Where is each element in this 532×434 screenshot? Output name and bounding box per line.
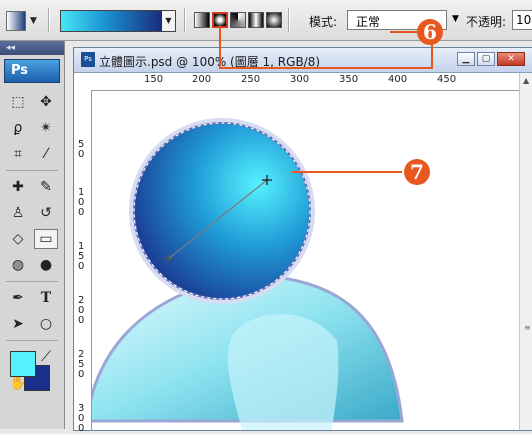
- eraser-tool-icon[interactable]: ◇: [6, 229, 30, 249]
- linear-gradient-button[interactable]: [194, 12, 210, 28]
- ruler-label: 250: [78, 349, 85, 380]
- diamond-gradient-button[interactable]: [266, 12, 282, 28]
- callout-7-badge: 7: [404, 159, 430, 185]
- gradient-tool-icon[interactable]: ▭: [34, 229, 58, 249]
- vertical-ruler[interactable]: 50 100 150 200 250 300: [74, 90, 92, 434]
- marquee-tool-icon[interactable]: ⬚: [6, 92, 30, 112]
- move-tool-icon[interactable]: ✥: [34, 92, 58, 112]
- body-highlight: [227, 314, 339, 430]
- divider: [48, 8, 50, 32]
- ruler-label: 400: [388, 74, 408, 85]
- mode-label: 模式:: [309, 15, 338, 29]
- ruler-label: 350: [339, 74, 359, 85]
- minimize-button[interactable]: ▁: [457, 52, 475, 66]
- scroll-up-icon[interactable]: ▲: [523, 76, 529, 85]
- blur-tool-icon[interactable]: ◍: [6, 255, 30, 275]
- opacity-label: 不透明:: [466, 15, 507, 29]
- divider: [288, 8, 290, 32]
- gradient-picker-dropdown-icon[interactable]: ▼: [162, 10, 176, 32]
- maximize-button[interactable]: ▢: [477, 52, 495, 66]
- shape-tool-icon[interactable]: ○: [34, 314, 58, 334]
- ruler-origin[interactable]: [74, 73, 92, 91]
- angle-gradient-button[interactable]: [230, 12, 246, 28]
- ruler-label: 200: [78, 295, 85, 326]
- horizontal-ruler[interactable]: 150 200 250 300 350 400 450: [91, 73, 519, 91]
- crop-tool-icon[interactable]: ⌗: [6, 144, 30, 164]
- lasso-tool-icon[interactable]: ϼ: [6, 118, 30, 138]
- vertical-scrollbar[interactable]: ▲ ≡: [519, 73, 532, 430]
- type-tool-icon[interactable]: T: [34, 288, 58, 308]
- foreground-color-swatch[interactable]: [10, 351, 36, 377]
- mode-dropdown-icon[interactable]: ▼: [452, 14, 459, 24]
- ruler-label: 50: [78, 139, 85, 160]
- dodge-tool-icon[interactable]: ●: [34, 255, 58, 275]
- ruler-label: 300: [290, 74, 310, 85]
- image-canvas[interactable]: [92, 91, 519, 430]
- ruler-label: 200: [192, 74, 212, 85]
- close-button[interactable]: ✕: [497, 52, 525, 66]
- magic-wand-tool-icon[interactable]: ✴: [34, 118, 58, 138]
- canvas-artwork: [92, 118, 404, 430]
- mode-value: 正常: [356, 15, 381, 29]
- brush-tool-icon[interactable]: ✎: [34, 177, 58, 197]
- ruler-label: 450: [437, 74, 457, 85]
- document-titlebar[interactable]: Ps 立體圖示.psd @ 100% (圖層 1, RGB/8) ▁ ▢ ✕: [74, 48, 532, 73]
- document-window: Ps 立體圖示.psd @ 100% (圖層 1, RGB/8) ▁ ▢ ✕ 1…: [73, 47, 532, 434]
- path-selection-tool-icon[interactable]: ➤: [6, 314, 30, 334]
- ruler-label: 250: [241, 74, 261, 85]
- divider: [6, 340, 58, 341]
- photoshop-logo: Ps: [4, 59, 60, 83]
- document-title: 立體圖示.psd @ 100% (圖層 1, RGB/8): [99, 55, 321, 69]
- divider: [6, 170, 58, 171]
- sphere-head: [133, 122, 311, 300]
- clone-stamp-tool-icon[interactable]: ♙: [6, 203, 30, 223]
- reflected-gradient-button[interactable]: [248, 12, 264, 28]
- ruler-label: 150: [144, 74, 164, 85]
- healing-brush-tool-icon[interactable]: ✚: [6, 177, 30, 197]
- slice-tool-icon[interactable]: ⁄: [34, 144, 58, 164]
- divider: [6, 281, 58, 282]
- callout-6-badge: 6: [417, 19, 443, 45]
- tool-preset-dropdown-icon[interactable]: ▼: [30, 16, 37, 26]
- toolbox-collapse-bar[interactable]: ◂◂: [0, 41, 64, 55]
- options-bar: ▼ ▼ 模式: 正常 ▼ 不透明: 10: [0, 0, 532, 41]
- pen-tool-icon[interactable]: ✒: [6, 288, 30, 308]
- ruler-label: 100: [78, 187, 85, 218]
- history-brush-tool-icon[interactable]: ↺: [34, 203, 58, 223]
- eyedropper-tool-icon[interactable]: ⟋: [34, 347, 58, 367]
- gradient-picker[interactable]: [60, 10, 164, 32]
- opacity-input[interactable]: 10: [512, 10, 532, 30]
- divider: [184, 8, 186, 32]
- radial-gradient-button[interactable]: [212, 12, 228, 28]
- ruler-label: 150: [78, 241, 85, 272]
- gradient-tool-preset-icon[interactable]: [6, 11, 26, 31]
- psd-file-icon: Ps: [81, 52, 95, 67]
- ruler-label: 300: [78, 403, 85, 434]
- scroll-grip-icon[interactable]: ≡: [524, 323, 531, 332]
